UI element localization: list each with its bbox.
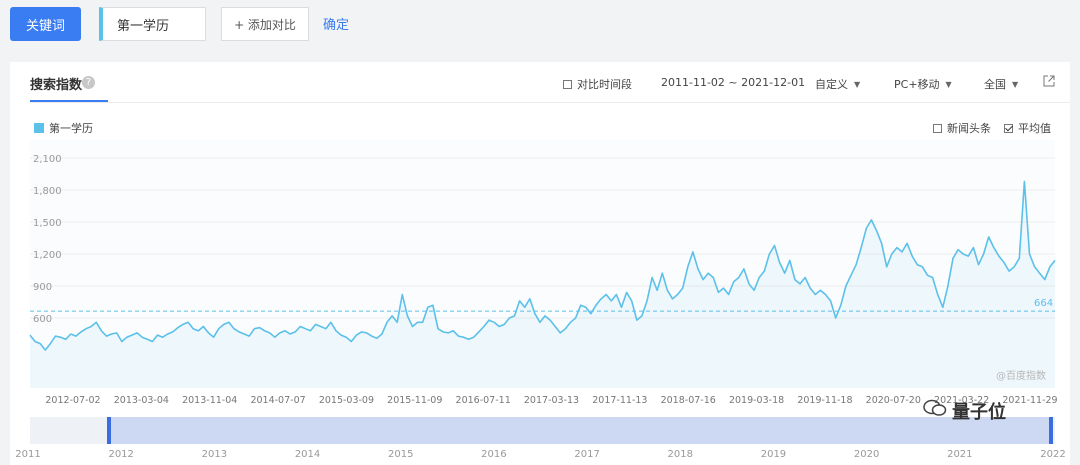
x-tick-label: 2014-07-07 [250,395,305,406]
navigator-handle-left[interactable] [107,417,111,444]
baidu-watermark: @百度指数 [996,369,1046,382]
y-tick-label: 2,100 [33,154,62,165]
x-tick-label: 2013-03-04 [114,395,169,406]
x-tick-label: 2012-07-02 [45,395,100,406]
x-tick-label: 2021-11-29 [1002,395,1057,406]
x-tick-label: 2018-07-16 [661,395,716,406]
year-label: 2013 [202,449,227,460]
average-value-label: 664 [1034,298,1053,309]
x-tick-label: 2016-07-11 [456,395,511,406]
year-label: 2012 [108,449,133,460]
y-tick-label: 1,200 [33,250,62,261]
y-tick-label: 900 [33,282,52,293]
x-tick-label: 2013-11-04 [182,395,237,406]
year-label: 2011 [15,449,40,460]
x-tick-label: 2019-03-18 [729,395,784,406]
year-label: 2015 [388,449,413,460]
navigator-handle-right[interactable] [1049,417,1053,444]
year-label: 2019 [761,449,786,460]
year-label: 2018 [668,449,693,460]
x-tick-label: 2015-03-09 [319,395,374,406]
year-label: 2020 [854,449,879,460]
wechat-icon [923,399,947,416]
year-label: 2022 [1040,449,1065,460]
x-tick-label: 2017-03-13 [524,395,579,406]
x-tick-label: 2019-11-18 [797,395,852,406]
x-tick-label: 2017-11-13 [592,395,647,406]
y-tick-label: 1,500 [33,218,62,229]
brand-watermark: 量子位 [952,402,1006,423]
year-label: 2021 [947,449,972,460]
year-label: 2016 [481,449,506,460]
navigator-selection [109,417,1053,444]
x-tick-label: 2015-11-09 [387,395,442,406]
year-label: 2014 [295,449,320,460]
y-tick-label: 600 [33,314,52,325]
x-tick-label: 2020-07-20 [866,395,921,406]
chart-svg: 2,100 1,800 1,500 1,200 900 600 664 @百度指数 2012-0… [15,140,1066,460]
year-label: 2017 [574,449,599,460]
y-tick-label: 1,800 [33,186,62,197]
